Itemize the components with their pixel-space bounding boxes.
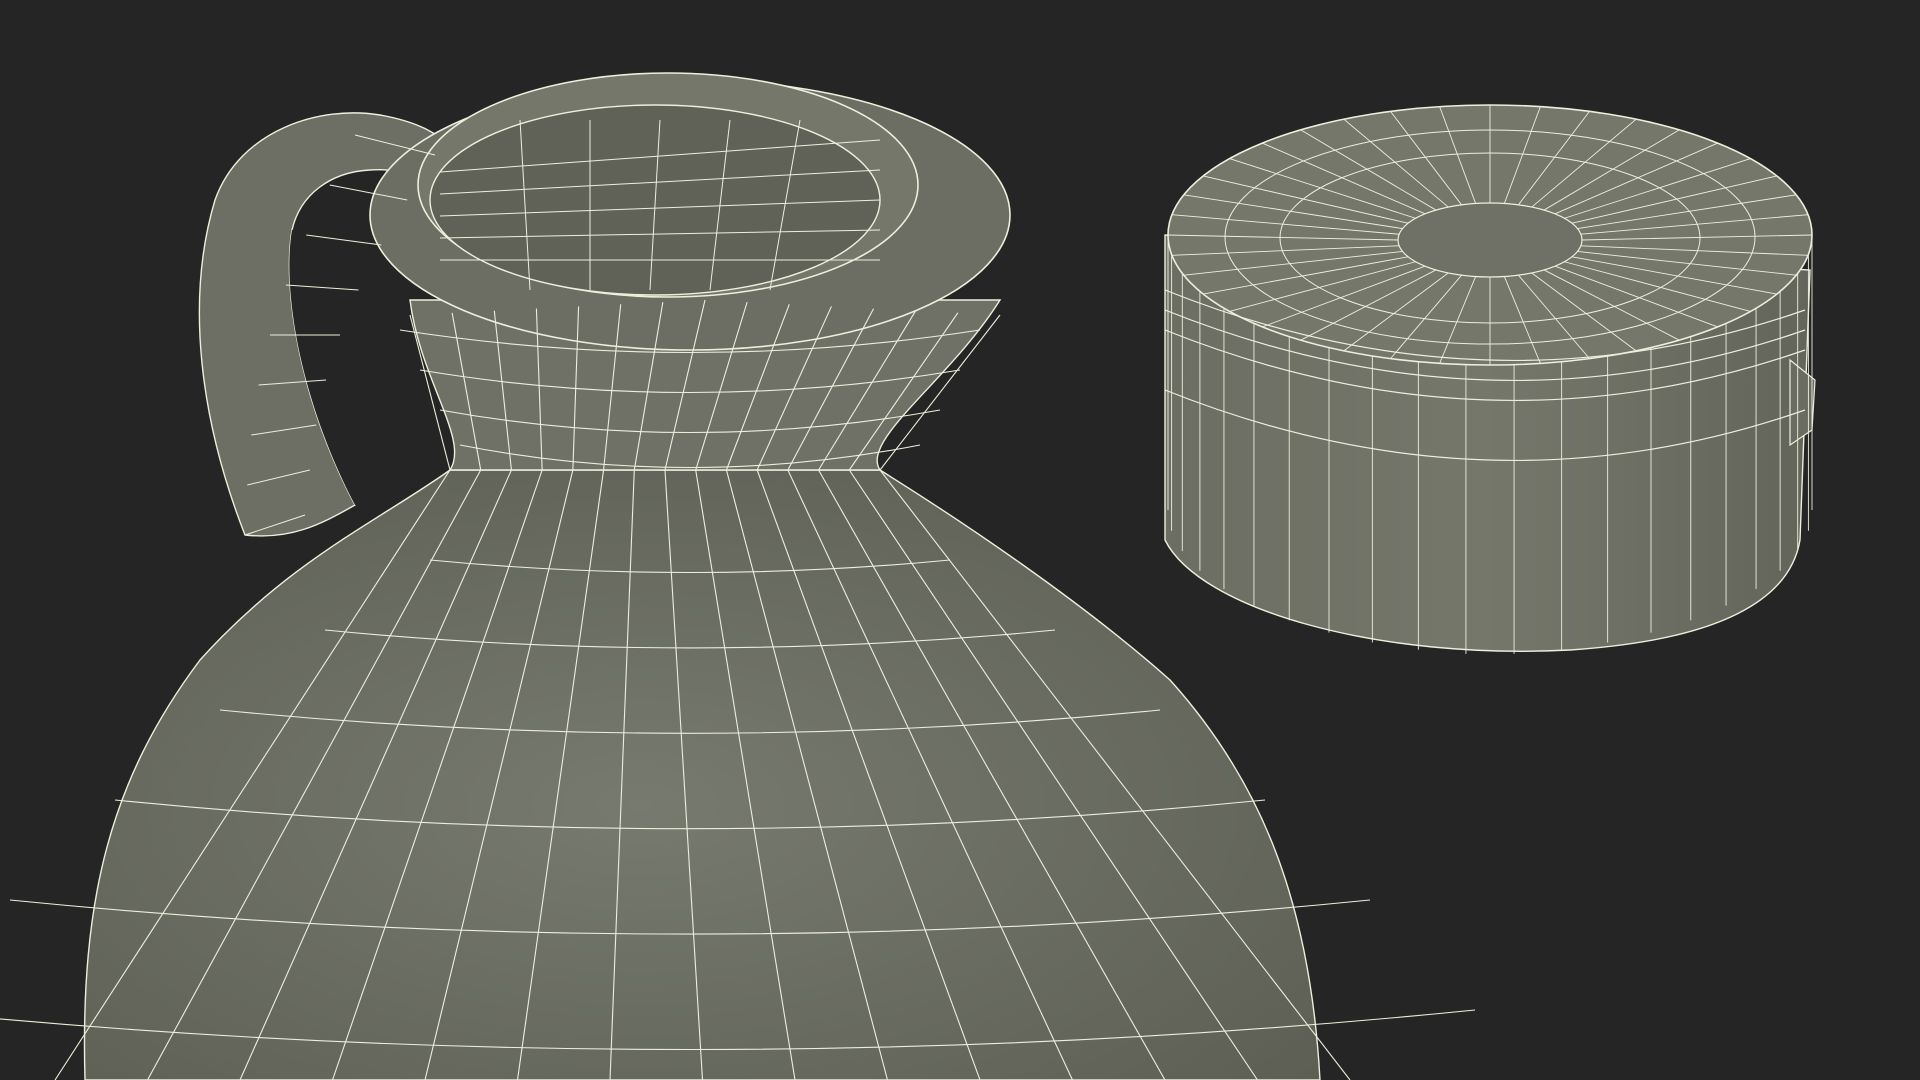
cap-mesh xyxy=(1164,104,1816,654)
render-viewport xyxy=(0,0,1920,1080)
cap-center-disc xyxy=(1397,202,1583,278)
wireframe-render xyxy=(0,0,1920,1080)
